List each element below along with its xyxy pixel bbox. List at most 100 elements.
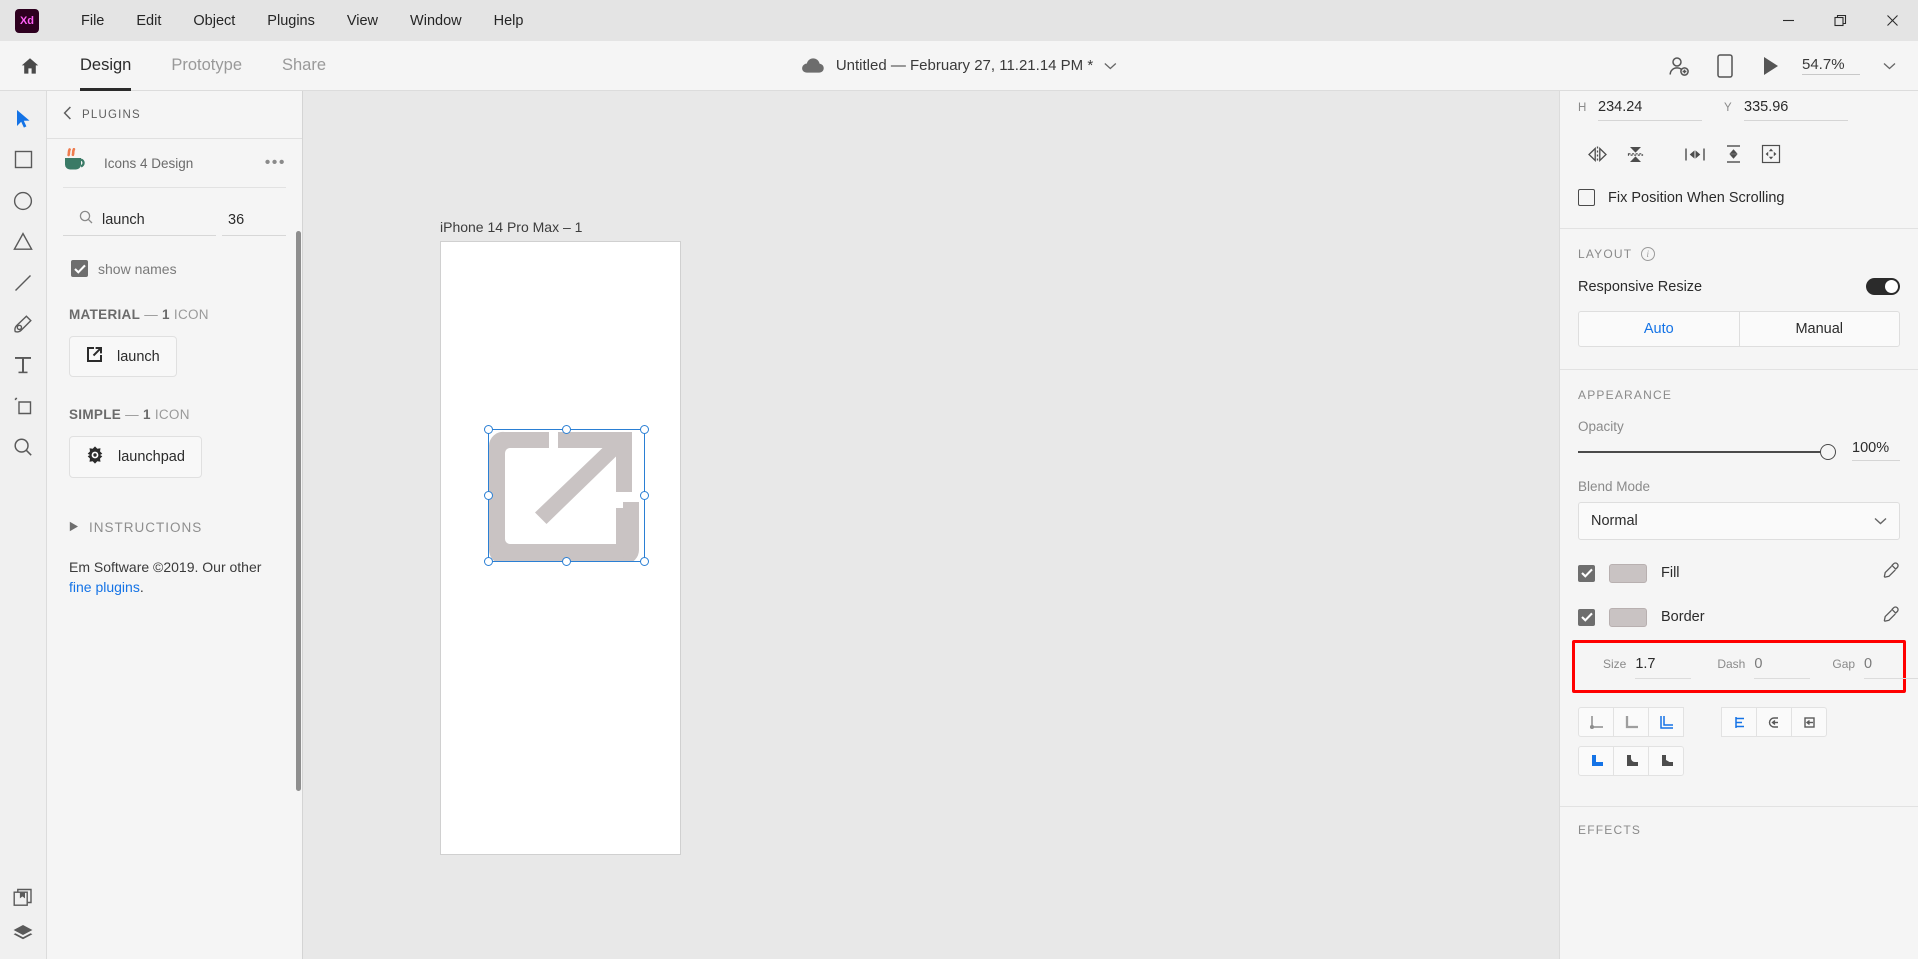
chevron-down-icon[interactable] <box>1104 57 1117 74</box>
selection-handle-middle-left[interactable] <box>484 491 493 500</box>
menu-edit[interactable]: Edit <box>120 9 177 33</box>
selection-handle-top-right[interactable] <box>640 425 649 434</box>
eyedropper-icon[interactable] <box>1883 562 1900 584</box>
eyedropper-icon[interactable] <box>1883 606 1900 628</box>
blend-mode-select[interactable]: Normal <box>1578 502 1900 540</box>
text-tool[interactable] <box>0 344 47 385</box>
border-gap-field[interactable]: Gap 0 <box>1832 656 1918 679</box>
group-suffix-material: ICON <box>169 307 209 322</box>
search-field-wrapper[interactable] <box>63 210 216 236</box>
border-checkbox[interactable] <box>1578 608 1595 626</box>
border-gap-value[interactable]: 0 <box>1864 656 1918 679</box>
zoom-tool[interactable] <box>0 426 47 467</box>
distribute-horizontal-icon[interactable] <box>1676 139 1714 169</box>
border-color-swatch[interactable] <box>1609 607 1647 627</box>
icon-size-input[interactable] <box>228 212 286 228</box>
artboard-tool[interactable] <box>0 385 47 426</box>
layout-mode-auto[interactable]: Auto <box>1579 312 1740 346</box>
cap-butt-icon[interactable] <box>1721 707 1757 737</box>
height-field[interactable]: H 234.24 <box>1578 99 1702 121</box>
show-names-checkbox[interactable] <box>71 260 88 277</box>
selection-bounding-box[interactable] <box>488 429 645 562</box>
border-dash-value[interactable]: 0 <box>1754 656 1811 679</box>
pen-tool[interactable] <box>0 303 47 344</box>
fix-position-row[interactable]: Fix Position When Scrolling <box>1560 169 1918 206</box>
icon-result-launchpad[interactable]: launchpad <box>69 436 202 478</box>
flip-vertical-icon[interactable] <box>1616 139 1654 169</box>
y-field[interactable]: Y 335.96 <box>1724 99 1848 121</box>
stroke-align-inside-icon[interactable] <box>1578 707 1614 737</box>
invite-collaborator-icon[interactable] <box>1656 41 1702 91</box>
home-icon[interactable] <box>0 41 60 91</box>
selection-handle-bottom-center[interactable] <box>562 557 571 566</box>
join-miter-icon[interactable] <box>1578 746 1614 776</box>
tab-design[interactable]: Design <box>60 41 151 91</box>
cap-round-icon[interactable] <box>1756 707 1792 737</box>
cap-square-icon[interactable] <box>1791 707 1827 737</box>
layers-panel-icon[interactable] <box>0 918 47 959</box>
instructions-toggle[interactable]: INSTRUCTIONS <box>47 478 302 535</box>
flip-horizontal-icon[interactable] <box>1578 139 1616 169</box>
border-size-field[interactable]: Size 1.7 <box>1603 656 1692 679</box>
menu-window[interactable]: Window <box>394 9 478 33</box>
show-names-row[interactable]: show names <box>47 236 302 277</box>
opacity-slider-knob[interactable] <box>1820 444 1836 460</box>
stroke-align-outside-icon[interactable] <box>1648 707 1684 737</box>
plugin-panel-scrollbar[interactable] <box>296 231 301 791</box>
zoom-chevron-down-icon[interactable] <box>1874 41 1904 91</box>
height-value[interactable]: 234.24 <box>1598 99 1702 121</box>
selection-handle-bottom-right[interactable] <box>640 557 649 566</box>
maximize-restore-button[interactable] <box>1814 0 1866 41</box>
design-canvas[interactable]: iPhone 14 Pro Max – 1 <box>303 91 1559 959</box>
selection-handle-top-left[interactable] <box>484 425 493 434</box>
footer-text-end: . <box>139 579 144 596</box>
fine-plugins-link[interactable]: fine plugins <box>69 579 140 595</box>
fix-position-checkbox[interactable] <box>1578 189 1595 206</box>
device-preview-icon[interactable] <box>1702 41 1748 91</box>
menu-file[interactable]: File <box>65 9 120 33</box>
fill-color-swatch[interactable] <box>1609 563 1647 583</box>
rectangle-tool[interactable] <box>0 139 47 180</box>
info-icon[interactable]: i <box>1641 247 1656 261</box>
chevron-left-icon[interactable] <box>63 106 72 123</box>
opacity-slider[interactable] <box>1578 443 1836 461</box>
join-bevel-icon[interactable] <box>1648 746 1684 776</box>
ellipse-tool[interactable] <box>0 180 47 221</box>
zoom-level-value[interactable]: 54.7% <box>1802 56 1860 75</box>
icon-result-launch[interactable]: launch <box>69 336 177 377</box>
polygon-tool[interactable] <box>0 221 47 262</box>
y-value[interactable]: 335.96 <box>1744 99 1848 121</box>
scale-proportional-icon[interactable] <box>1752 139 1790 169</box>
line-tool[interactable] <box>0 262 47 303</box>
select-tool[interactable] <box>0 98 47 139</box>
border-size-value[interactable]: 1.7 <box>1635 656 1692 679</box>
instructions-label: INSTRUCTIONS <box>89 520 203 535</box>
opacity-value[interactable]: 100% <box>1852 440 1900 461</box>
desktop-preview-play-icon[interactable] <box>1748 41 1794 91</box>
border-dash-field[interactable]: Dash 0 <box>1717 656 1811 679</box>
icon-size-field[interactable] <box>222 211 286 236</box>
selection-handle-middle-right[interactable] <box>640 491 649 500</box>
tab-prototype[interactable]: Prototype <box>151 41 262 91</box>
selection-handle-top-center[interactable] <box>562 425 571 434</box>
selection-handle-bottom-left[interactable] <box>484 557 493 566</box>
menu-help[interactable]: Help <box>478 9 540 33</box>
join-round-icon[interactable] <box>1613 746 1649 776</box>
search-input[interactable] <box>102 211 214 228</box>
fill-checkbox[interactable] <box>1578 564 1595 582</box>
artboard-label[interactable]: iPhone 14 Pro Max – 1 <box>440 219 582 235</box>
layout-mode-manual[interactable]: Manual <box>1740 312 1900 346</box>
menu-object[interactable]: Object <box>177 9 251 33</box>
minimize-button[interactable] <box>1762 0 1814 41</box>
stroke-align-center-icon[interactable] <box>1613 707 1649 737</box>
menu-plugins[interactable]: Plugins <box>251 9 331 33</box>
more-options-icon[interactable]: ••• <box>265 154 286 172</box>
plugin-row-icons4design[interactable]: Icons 4 Design ••• <box>47 139 302 187</box>
document-title-area[interactable]: Untitled — February 27, 11.21.14 PM * <box>801 57 1117 74</box>
assets-panel-icon[interactable] <box>0 877 47 918</box>
tab-share[interactable]: Share <box>262 41 346 91</box>
close-button[interactable] <box>1866 0 1918 41</box>
menu-view[interactable]: View <box>331 9 394 33</box>
distribute-vertical-icon[interactable] <box>1714 139 1752 169</box>
responsive-resize-toggle[interactable] <box>1866 278 1900 295</box>
